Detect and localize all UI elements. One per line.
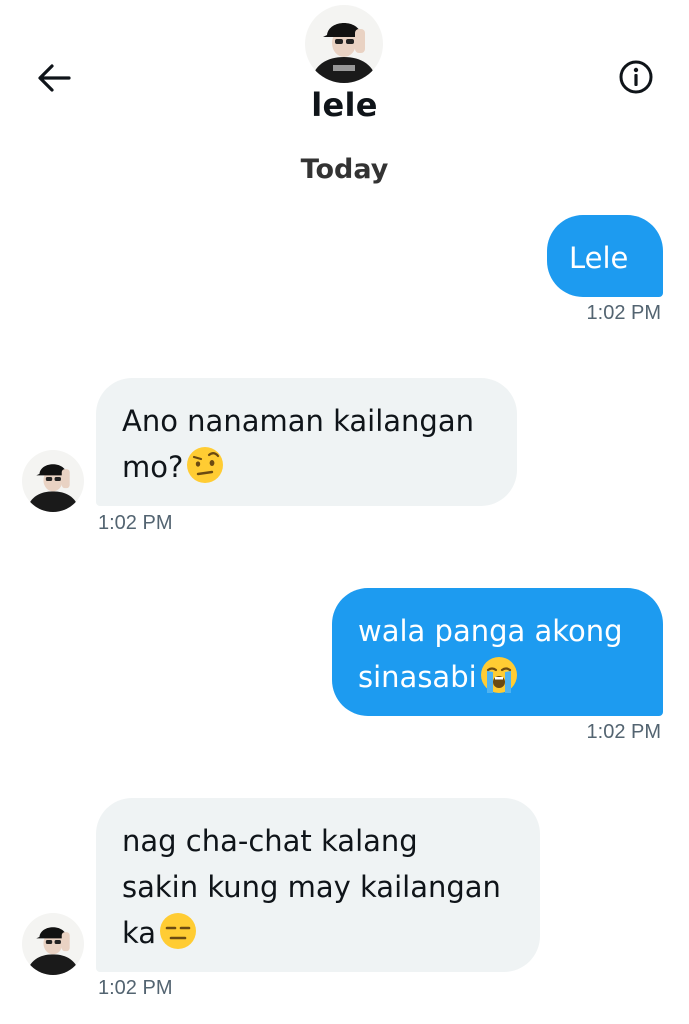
dm-conversation-screen: lele Today Lele 1:02 PM Ano nanaman kail… [0,0,689,1024]
message-timestamp: 1:02 PM [98,977,173,999]
message-timestamp: 1:02 PM [98,512,173,534]
sender-avatar[interactable] [22,450,84,512]
avatar-image [22,913,84,975]
message-text-line: ka [122,910,514,956]
loudly-crying-face-icon [479,655,519,695]
face-with-raised-eyebrow-icon [185,445,225,485]
message-text-line: Ano nanaman kailangan [122,404,474,438]
message-text-line: nag cha-chat kalang [122,824,418,858]
avatar-image [305,5,383,83]
info-circle-icon [619,60,653,94]
message-bubble-sent[interactable]: wala panga akong sinasabi [332,588,663,716]
avatar-image [22,450,84,512]
conversation-name: lele [311,86,378,124]
message-text-line: wala panga akong [358,614,623,648]
message-bubble-received[interactable]: Ano nanaman kailangan mo? [96,378,517,506]
message-bubble-received[interactable]: nag cha-chat kalang sakin kung may kaila… [96,798,540,972]
message-bubble-sent[interactable]: Lele [547,215,663,297]
date-separator: Today [300,154,389,185]
message-text: Lele [569,241,629,275]
message-text-line: sinasabi [358,654,637,700]
message-timestamp: 1:02 PM [586,721,661,743]
message-timestamp: 1:02 PM [586,302,661,324]
message-text-line: mo? [122,444,491,490]
conversation-avatar[interactable] [305,5,383,83]
message-text-line: sakin kung may kailangan [122,870,501,904]
info-button[interactable] [612,55,660,99]
expressionless-face-icon [158,911,198,951]
sender-avatar[interactable] [22,913,84,975]
